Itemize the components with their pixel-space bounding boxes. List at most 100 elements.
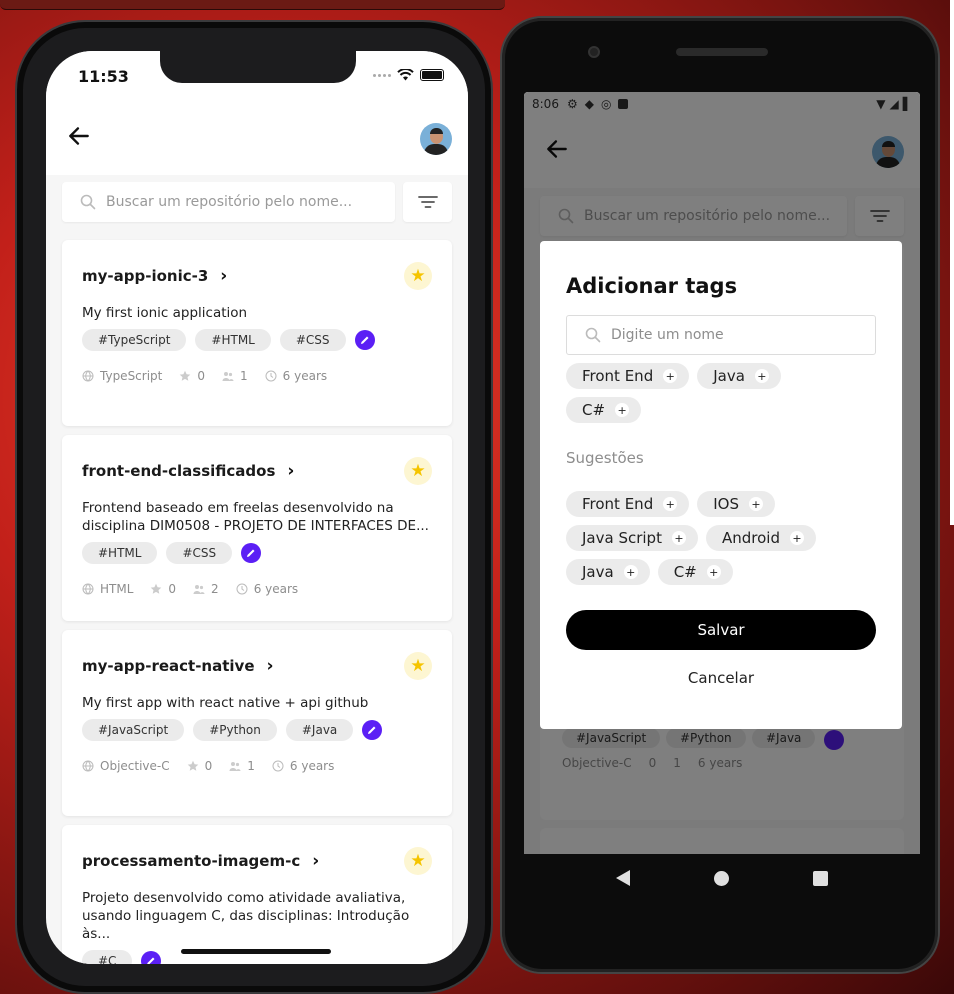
chevron-right-icon[interactable]: › xyxy=(220,266,227,286)
search-input[interactable]: Buscar um repositório pelo nome... xyxy=(62,182,395,222)
tag-chip[interactable]: C# + xyxy=(566,397,642,423)
clock-icon xyxy=(272,760,284,772)
nav-home-icon[interactable] xyxy=(714,870,729,886)
filter-button[interactable] xyxy=(403,182,452,222)
suggestion-chip[interactable]: Java + xyxy=(566,559,650,585)
battery-icon xyxy=(420,69,444,81)
repo-name[interactable]: my-app-ionic-3 xyxy=(82,267,208,285)
edit-icon[interactable] xyxy=(241,543,262,563)
tag-input-placeholder: Digite um nome xyxy=(611,327,724,343)
people-icon xyxy=(229,762,241,771)
plus-icon: + xyxy=(663,369,678,383)
star-outline-icon xyxy=(180,370,191,381)
app-header xyxy=(46,103,468,175)
android-nav-bar xyxy=(524,854,920,902)
edit-icon[interactable] xyxy=(354,330,375,350)
tag: #JavaScript xyxy=(82,719,185,741)
people-icon xyxy=(193,585,205,594)
repo-age: 6 years xyxy=(272,759,334,773)
star-outline-icon xyxy=(187,760,198,771)
front-camera xyxy=(588,46,600,58)
tag-list: #JavaScript #Python #Java xyxy=(82,719,432,741)
suggestion-chip[interactable]: Android + xyxy=(705,525,816,551)
repo-meta: TypeScript 0 1 6 years xyxy=(82,369,432,383)
plus-icon: + xyxy=(754,369,769,383)
repo-meta: HTML 0 2 6 years xyxy=(82,582,432,596)
repo-description: Frontend baseado em freelas desenvolvido… xyxy=(82,500,429,534)
repo-meta: Objective-C 0 1 6 years xyxy=(82,759,432,773)
tag: #Java xyxy=(285,719,354,741)
suggestion-chip[interactable]: Front End + xyxy=(566,491,690,517)
tag-name-input[interactable]: Digite um nome xyxy=(566,315,876,355)
tag: #HTML xyxy=(195,329,271,351)
repo-description: My first ionic application xyxy=(82,305,248,321)
speaker xyxy=(676,48,768,56)
back-arrow-icon[interactable] xyxy=(66,123,92,149)
star-outline-icon xyxy=(151,583,162,594)
repo-title-row: my-app-react-native › xyxy=(82,656,432,676)
suggestion-chip[interactable]: Java Script + xyxy=(566,525,698,551)
tag: #CSS xyxy=(279,329,346,351)
repo-card[interactable]: front-end-classificados › ★ Frontend bas… xyxy=(62,435,452,621)
chevron-right-icon[interactable]: › xyxy=(287,461,294,481)
tag-list: #TypeScript #HTML #CSS xyxy=(82,329,432,351)
repo-language: Objective-C xyxy=(82,759,170,773)
globe-icon xyxy=(82,370,94,382)
edit-icon[interactable] xyxy=(141,951,162,964)
chevron-right-icon[interactable]: › xyxy=(267,656,274,676)
nav-recents-icon[interactable] xyxy=(813,870,828,886)
suggestion-chip[interactable]: C# + xyxy=(657,559,733,585)
tag: #TypeScript xyxy=(82,329,187,351)
edit-icon[interactable] xyxy=(362,720,383,740)
globe-icon xyxy=(82,760,94,772)
android-device: 8:06 ⚙ ◆ ◎ ▼ ◢ ▌ Buscar um repositório xyxy=(500,16,940,974)
home-indicator[interactable] xyxy=(181,949,331,954)
plus-icon: + xyxy=(789,531,804,545)
notch xyxy=(160,51,356,83)
repo-card[interactable]: processamento-imagem-c › ★ Projeto desen… xyxy=(62,825,452,964)
repo-age: 6 years xyxy=(265,369,327,383)
signal-icon xyxy=(373,73,391,77)
plus-icon: + xyxy=(615,403,630,417)
tag: #CSS xyxy=(166,542,233,564)
repo-title-row: front-end-classificados › xyxy=(82,461,432,481)
repo-age: 6 years xyxy=(236,582,298,596)
repo-description: My first app with react native + api git… xyxy=(82,695,369,711)
star-icon[interactable]: ★ xyxy=(404,652,432,680)
star-icon[interactable]: ★ xyxy=(404,262,432,290)
repo-card[interactable]: my-app-ionic-3 › ★ My first ionic applic… xyxy=(62,240,452,426)
search-placeholder: Buscar um repositório pelo nome... xyxy=(106,194,353,210)
iphone-device: 11:53 Buscar um repositório pelo nome... xyxy=(15,20,493,994)
clock-icon xyxy=(265,370,277,382)
repo-stars: 0 xyxy=(187,759,212,773)
star-icon[interactable]: ★ xyxy=(404,457,432,485)
suggestion-chip[interactable]: IOS + xyxy=(697,491,775,517)
clock-icon xyxy=(236,583,248,595)
nav-back-icon[interactable] xyxy=(616,870,630,886)
cancel-button[interactable]: Cancelar xyxy=(566,669,876,687)
add-tags-modal: Adicionar tags Digite um nome Front End +… xyxy=(540,241,902,729)
selected-tags: Front End + Java + C# + xyxy=(566,363,816,423)
repo-contributors: 2 xyxy=(193,582,219,596)
repo-title-row: my-app-ionic-3 › xyxy=(82,266,432,286)
suggested-tags: Front End + IOS + Java Script + Android + Ja… xyxy=(566,491,836,585)
tag-list: #HTML #CSS xyxy=(82,542,432,564)
save-button[interactable]: Salvar xyxy=(566,610,876,650)
suggestions-label: Sugestões xyxy=(566,449,644,467)
avatar[interactable] xyxy=(420,123,452,155)
globe-icon xyxy=(82,583,94,595)
status-icons xyxy=(373,69,444,81)
tag-chip[interactable]: Front End + xyxy=(566,363,690,389)
repo-language: HTML xyxy=(82,582,133,596)
repo-name[interactable]: my-app-react-native xyxy=(82,657,255,675)
repo-name[interactable]: processamento-imagem-c xyxy=(82,852,300,870)
repo-language: TypeScript xyxy=(82,369,162,383)
star-icon[interactable]: ★ xyxy=(404,847,432,875)
repo-name[interactable]: front-end-classificados xyxy=(82,462,275,480)
repo-stars: 0 xyxy=(150,582,176,596)
tag: #HTML xyxy=(82,542,158,564)
repo-card[interactable]: my-app-react-native › ★ My first app wit… xyxy=(62,630,452,816)
plus-icon: + xyxy=(748,497,763,511)
tag-chip[interactable]: Java + xyxy=(697,363,781,389)
chevron-right-icon[interactable]: › xyxy=(312,851,319,871)
